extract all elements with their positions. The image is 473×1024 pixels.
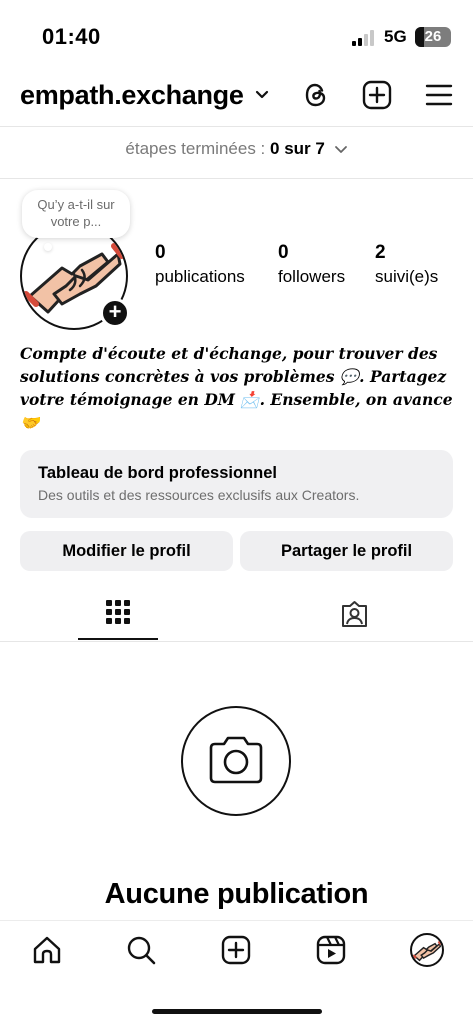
steps-progress[interactable]: étapes terminées : 0 sur 7 <box>0 139 473 159</box>
stat-followers[interactable]: 0 followers <box>278 242 345 287</box>
pro-dashboard-title: Tableau de bord professionnel <box>38 464 277 482</box>
profile-tabs <box>0 588 473 642</box>
status-time: 01:40 <box>42 24 101 49</box>
stat-count: 0 <box>278 242 289 263</box>
empty-state-title: Aucune publication <box>104 878 369 910</box>
camera-circle <box>181 706 291 816</box>
share-profile-button[interactable]: Partager le profil <box>240 531 453 571</box>
active-tab-indicator <box>78 638 158 640</box>
threads-icon[interactable] <box>301 80 331 110</box>
steps-label: étapes terminées : <box>125 139 266 158</box>
stat-publications[interactable]: 0 publications <box>155 242 245 287</box>
status-bar: 01:40 5G 26 <box>0 0 473 70</box>
stat-following[interactable]: 2 suivi(e)s <box>375 242 438 287</box>
account-switcher[interactable]: empath.exchange <box>20 80 244 111</box>
stat-count: 2 <box>375 242 386 263</box>
camera-icon <box>209 736 263 784</box>
stat-label: followers <box>278 267 346 286</box>
menu-icon[interactable] <box>424 80 454 110</box>
signal-icon <box>352 30 378 46</box>
divider <box>0 641 473 642</box>
divider <box>0 178 473 179</box>
stat-label: suivi(e)s <box>375 267 439 286</box>
profile-avatar[interactable] <box>410 933 444 967</box>
create-icon[interactable] <box>221 935 251 965</box>
stat-label: publications <box>155 267 245 286</box>
helping-hands-logo <box>412 940 442 962</box>
network-label: 5G <box>384 27 407 46</box>
tagged-icon[interactable] <box>340 600 369 629</box>
add-post-icon[interactable] <box>362 80 392 110</box>
home-indicator <box>152 1009 322 1014</box>
profile-header: empath.exchange <box>0 72 473 124</box>
search-icon[interactable] <box>126 935 156 965</box>
add-story-icon[interactable]: + <box>100 298 130 328</box>
chevron-down-icon[interactable] <box>255 90 269 100</box>
note-bubble[interactable]: Qu’y a-t-il sur votre p... <box>22 190 130 238</box>
grid-icon[interactable] <box>106 600 130 624</box>
professional-dashboard-card[interactable]: Tableau de bord professionnel Des outils… <box>20 450 453 518</box>
battery-level: 26 <box>424 28 442 45</box>
home-icon[interactable] <box>32 935 62 965</box>
chevron-down-icon <box>334 145 347 153</box>
battery-icon: 26 <box>415 27 451 47</box>
bottom-navigation <box>0 920 473 1024</box>
divider <box>0 126 473 127</box>
profile-bio: Compte d'écoute et d'échange, pour trouv… <box>20 344 453 432</box>
reels-icon[interactable] <box>316 935 346 965</box>
note-bubble-tail <box>44 243 52 251</box>
pro-dashboard-subtitle: Des outils et des ressources exclusifs a… <box>38 487 360 503</box>
edit-profile-button[interactable]: Modifier le profil <box>20 531 233 571</box>
stat-count: 0 <box>155 242 166 263</box>
steps-value: 0 sur 7 <box>270 139 325 158</box>
